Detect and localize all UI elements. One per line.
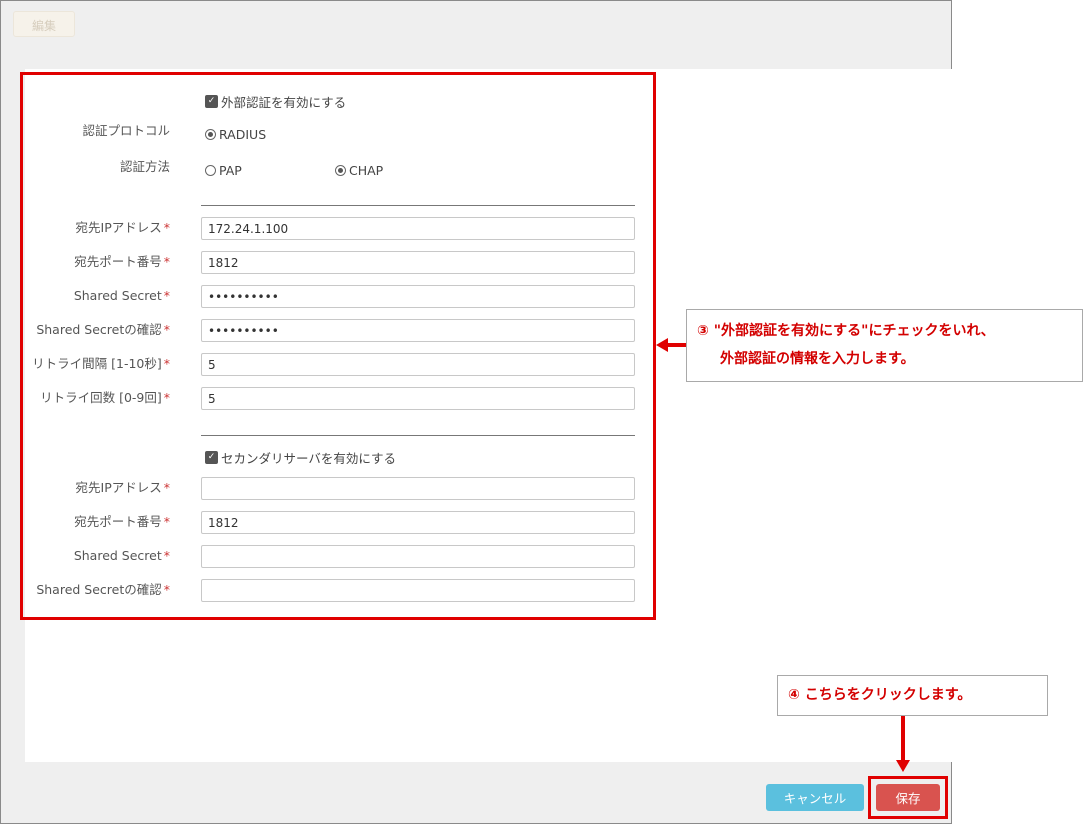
step3-line1: ③ "外部認証を有効にする"にチェックをいれ、 bbox=[697, 323, 995, 339]
enable-secondary-label: セカンダリサーバを有効にする bbox=[221, 451, 397, 466]
radio-radius-label: RADIUS bbox=[219, 127, 267, 142]
retry-count-input[interactable] bbox=[201, 387, 635, 410]
primary-secret-input[interactable] bbox=[201, 285, 635, 308]
radio-pap[interactable]: PAP bbox=[205, 163, 242, 178]
primary-dest-ip-row: 宛先IPアドレス * bbox=[0, 217, 650, 241]
primary-dest-port-row: 宛先ポート番号 * bbox=[0, 251, 650, 275]
secondary-dest-port-label: 宛先ポート番号 bbox=[74, 514, 162, 529]
radio-selected-icon bbox=[205, 129, 216, 140]
retry-count-row: リトライ回数 [0-9回] * bbox=[0, 387, 650, 411]
auth-protocol-label: 認証プロトコル bbox=[82, 123, 170, 138]
enable-secondary-checkbox[interactable]: ✓ セカンダリサーバを有効にする bbox=[205, 448, 396, 467]
secondary-secret-confirm-label: Shared Secretの確認 bbox=[36, 582, 162, 597]
radio-unselected-icon bbox=[205, 165, 216, 176]
primary-dest-port-input[interactable] bbox=[201, 251, 635, 274]
radio-chap[interactable]: CHAP bbox=[335, 163, 383, 178]
secondary-dest-port-input[interactable] bbox=[201, 511, 635, 534]
retry-interval-input[interactable] bbox=[201, 353, 635, 376]
retry-interval-row: リトライ間隔 [1-10秒] * bbox=[0, 353, 650, 377]
primary-dest-ip-label: 宛先IPアドレス bbox=[75, 220, 162, 235]
primary-dest-port-label: 宛先ポート番号 bbox=[74, 254, 162, 269]
secondary-dest-ip-label: 宛先IPアドレス bbox=[75, 480, 162, 495]
step4-callout: ④ こちらをクリックします。 bbox=[777, 675, 1048, 716]
enable-external-auth-label: 外部認証を有効にする bbox=[221, 95, 347, 110]
secondary-dest-ip-row: 宛先IPアドレス * bbox=[0, 477, 650, 501]
secondary-dest-port-row: 宛先ポート番号 * bbox=[0, 511, 650, 535]
save-highlight-box bbox=[868, 776, 948, 819]
secondary-secret-input[interactable] bbox=[201, 545, 635, 568]
step3-callout: ③ "外部認証を有効にする"にチェックをいれ、 外部認証の情報を入力します。 bbox=[686, 309, 1083, 382]
secondary-secret-confirm-row: Shared Secretの確認 * bbox=[0, 579, 650, 603]
secondary-secret-label: Shared Secret bbox=[73, 548, 162, 563]
auth-protocol-row: 認証プロトコル bbox=[0, 120, 650, 144]
radio-selected-icon bbox=[335, 165, 346, 176]
auth-method-row: 認証方法 bbox=[0, 156, 650, 180]
secondary-secret-row: Shared Secret * bbox=[0, 545, 650, 569]
down-arrow-icon bbox=[896, 716, 910, 772]
divider bbox=[201, 205, 635, 206]
primary-secret-row: Shared Secret * bbox=[0, 285, 650, 309]
step4-text: ④ こちらをクリックします。 bbox=[788, 687, 972, 703]
cancel-button[interactable]: キャンセル bbox=[766, 784, 864, 811]
primary-secret-label: Shared Secret bbox=[73, 288, 162, 303]
step3-line2: 外部認証の情報を入力します。 bbox=[720, 351, 915, 367]
check-icon: ✓ bbox=[205, 451, 218, 464]
auth-method-label: 認証方法 bbox=[119, 159, 170, 174]
primary-secret-confirm-input[interactable] bbox=[201, 319, 635, 342]
primary-secret-confirm-row: Shared Secretの確認 * bbox=[0, 319, 650, 343]
divider bbox=[201, 435, 635, 436]
radio-pap-label: PAP bbox=[219, 163, 242, 178]
auth-form: ✓ 外部認証を有効にする 認証プロトコル RADIUS 認証方法 PAP CHA… bbox=[0, 0, 660, 620]
radio-chap-label: CHAP bbox=[349, 163, 384, 178]
retry-count-label: リトライ回数 [0-9回] bbox=[40, 390, 162, 405]
secondary-dest-ip-input[interactable] bbox=[201, 477, 635, 500]
primary-dest-ip-input[interactable] bbox=[201, 217, 635, 240]
left-arrow-icon bbox=[656, 338, 686, 352]
primary-secret-confirm-label: Shared Secretの確認 bbox=[36, 322, 162, 337]
enable-external-auth-checkbox[interactable]: ✓ 外部認証を有効にする bbox=[205, 92, 346, 111]
secondary-secret-confirm-input[interactable] bbox=[201, 579, 635, 602]
radio-radius[interactable]: RADIUS bbox=[205, 127, 266, 142]
retry-interval-label: リトライ間隔 [1-10秒] bbox=[32, 356, 162, 371]
check-icon: ✓ bbox=[205, 95, 218, 108]
